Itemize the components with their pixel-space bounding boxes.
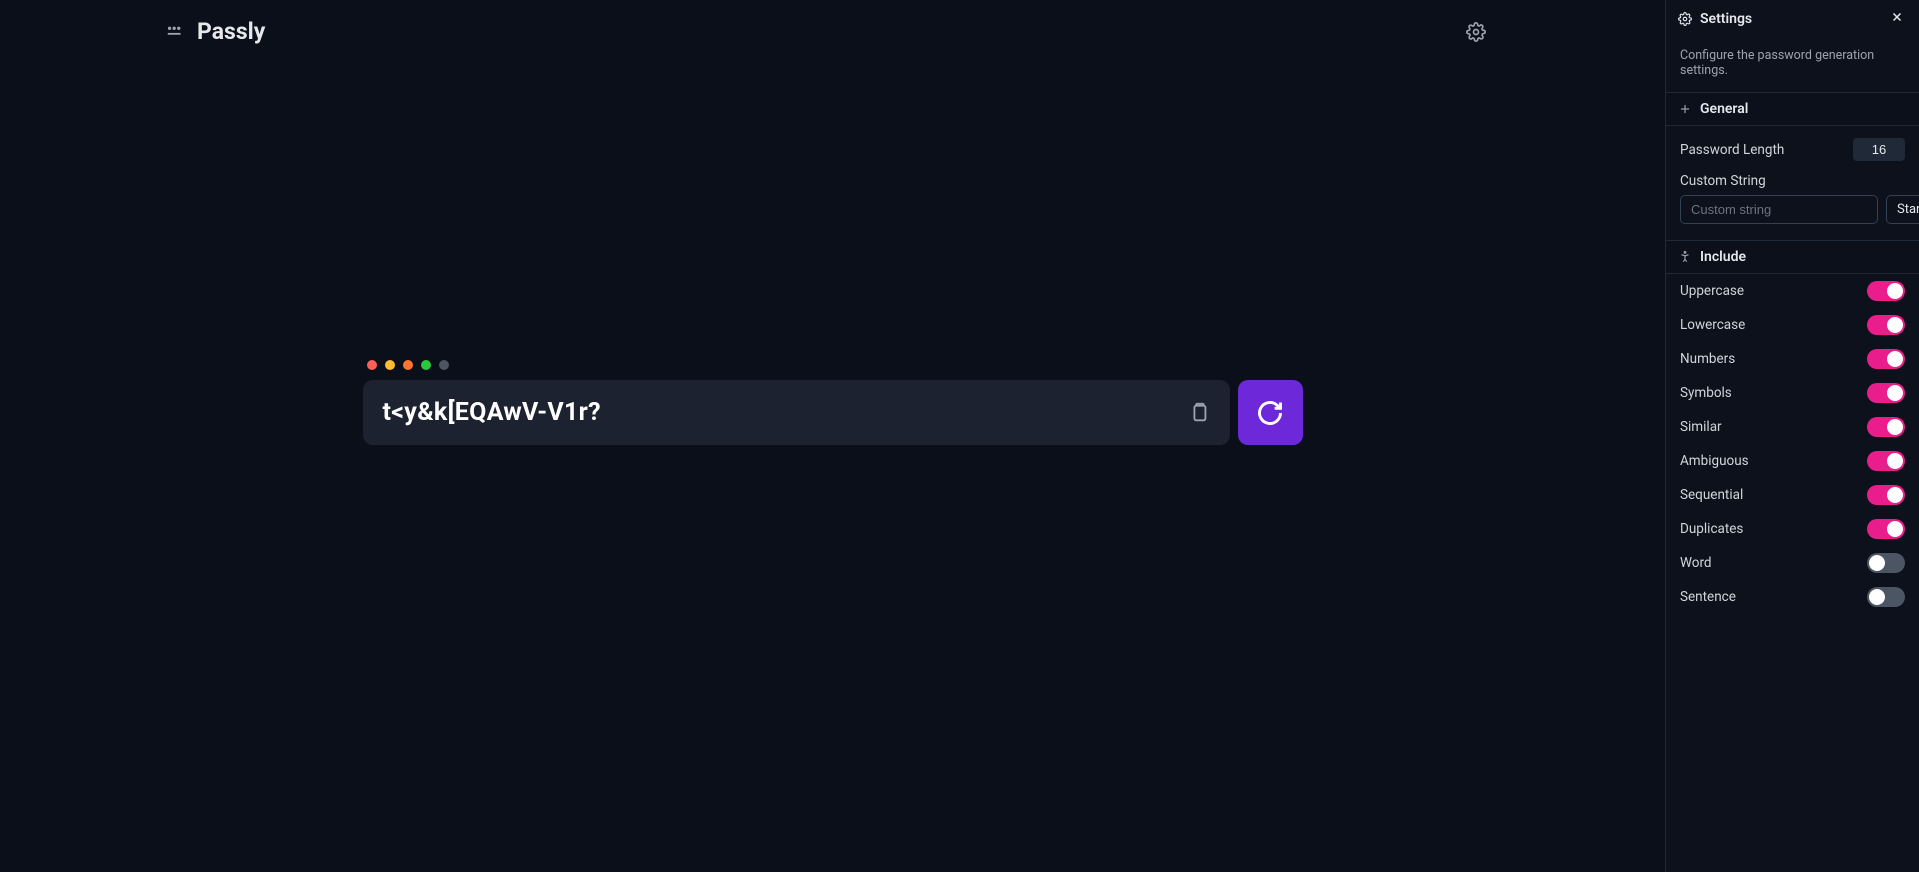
custom-string-row: Start: [1680, 195, 1905, 224]
include-options: Uppercase Lowercase Numbers Symbols Similar A…: [1666, 274, 1919, 614]
toggle-row-duplicates: Duplicates: [1666, 512, 1919, 546]
toggle-similar[interactable]: [1867, 417, 1905, 437]
accessibility-icon: [1678, 250, 1692, 264]
window-controls: [367, 360, 1303, 370]
select-value: Start: [1897, 202, 1919, 217]
settings-title: Settings: [1700, 11, 1752, 27]
close-icon: [1891, 11, 1903, 23]
toggle-row-numbers: Numbers: [1666, 342, 1919, 376]
plus-icon: [1678, 102, 1692, 116]
password-icon: [165, 21, 187, 43]
password-length-input[interactable]: [1853, 138, 1905, 161]
password-length-label: Password Length: [1680, 142, 1784, 158]
toggle-row-ambiguous: Ambiguous: [1666, 444, 1919, 478]
dot-gray: [439, 360, 449, 370]
toggle-label: Numbers: [1680, 351, 1735, 367]
dot-green: [421, 360, 431, 370]
toggle-lowercase[interactable]: [1867, 315, 1905, 335]
toggle-sentence[interactable]: [1867, 587, 1905, 607]
generator: t<y&k[EQAwV-V1r?: [363, 360, 1303, 445]
password-display: t<y&k[EQAwV-V1r?: [363, 380, 1230, 445]
toggle-row-uppercase: Uppercase: [1666, 274, 1919, 308]
toggle-sequential[interactable]: [1867, 485, 1905, 505]
logo: Passly: [165, 18, 265, 45]
password-value: t<y&k[EQAwV-V1r?: [383, 398, 601, 427]
toggle-duplicates[interactable]: [1867, 519, 1905, 539]
toggle-label: Similar: [1680, 419, 1722, 435]
toggle-label: Uppercase: [1680, 283, 1744, 299]
settings-title-wrap: Settings: [1678, 11, 1752, 27]
toggle-label: Word: [1680, 555, 1712, 571]
clipboard-icon: [1188, 402, 1210, 424]
toggle-row-symbols: Symbols: [1666, 376, 1919, 410]
content: t<y&k[EQAwV-V1r?: [0, 63, 1665, 872]
toggle-label: Ambiguous: [1680, 453, 1749, 469]
toggle-uppercase[interactable]: [1867, 281, 1905, 301]
toggle-row-lowercase: Lowercase: [1666, 308, 1919, 342]
refresh-icon: [1256, 399, 1284, 427]
settings-panel: Settings Configure the password generati…: [1665, 0, 1919, 872]
toggle-word[interactable]: [1867, 553, 1905, 573]
custom-string-input[interactable]: [1680, 195, 1878, 224]
settings-header: Settings: [1666, 0, 1919, 38]
dot-red: [367, 360, 377, 370]
dot-orange: [403, 360, 413, 370]
app-name: Passly: [197, 18, 265, 45]
settings-description: Configure the password generation settin…: [1666, 38, 1919, 92]
close-settings-button[interactable]: [1887, 9, 1907, 29]
toggle-label: Duplicates: [1680, 521, 1743, 537]
toggle-symbols[interactable]: [1867, 383, 1905, 403]
toggle-row-sequential: Sequential: [1666, 478, 1919, 512]
toggle-label: Sentence: [1680, 589, 1736, 605]
custom-string-label: Custom String: [1680, 173, 1766, 189]
custom-string-position-select[interactable]: Start: [1886, 195, 1919, 224]
toggle-label: Sequential: [1680, 487, 1743, 503]
toggle-row-sentence: Sentence: [1666, 580, 1919, 614]
gear-icon: [1466, 22, 1486, 42]
main-area: Passly t<y&k[EQAwV-V1r?: [0, 0, 1665, 872]
header: Passly: [0, 0, 1665, 63]
toggle-row-word: Word: [1666, 546, 1919, 580]
copy-button[interactable]: [1188, 402, 1210, 424]
open-settings-button[interactable]: [1466, 22, 1486, 42]
toggle-row-similar: Similar: [1666, 410, 1919, 444]
toggle-label: Lowercase: [1680, 317, 1745, 333]
section-general-header[interactable]: General: [1666, 92, 1919, 126]
section-general-body: Password Length Custom String Start: [1666, 126, 1919, 240]
section-general-title: General: [1700, 101, 1748, 117]
dot-yellow: [385, 360, 395, 370]
gear-icon: [1678, 12, 1692, 26]
password-length-row: Password Length: [1680, 138, 1905, 161]
section-include-title: Include: [1700, 249, 1746, 265]
toggle-ambiguous[interactable]: [1867, 451, 1905, 471]
regenerate-button[interactable]: [1238, 380, 1303, 445]
toggle-numbers[interactable]: [1867, 349, 1905, 369]
password-row: t<y&k[EQAwV-V1r?: [363, 380, 1303, 445]
section-include-header[interactable]: Include: [1666, 240, 1919, 274]
toggle-label: Symbols: [1680, 385, 1732, 401]
